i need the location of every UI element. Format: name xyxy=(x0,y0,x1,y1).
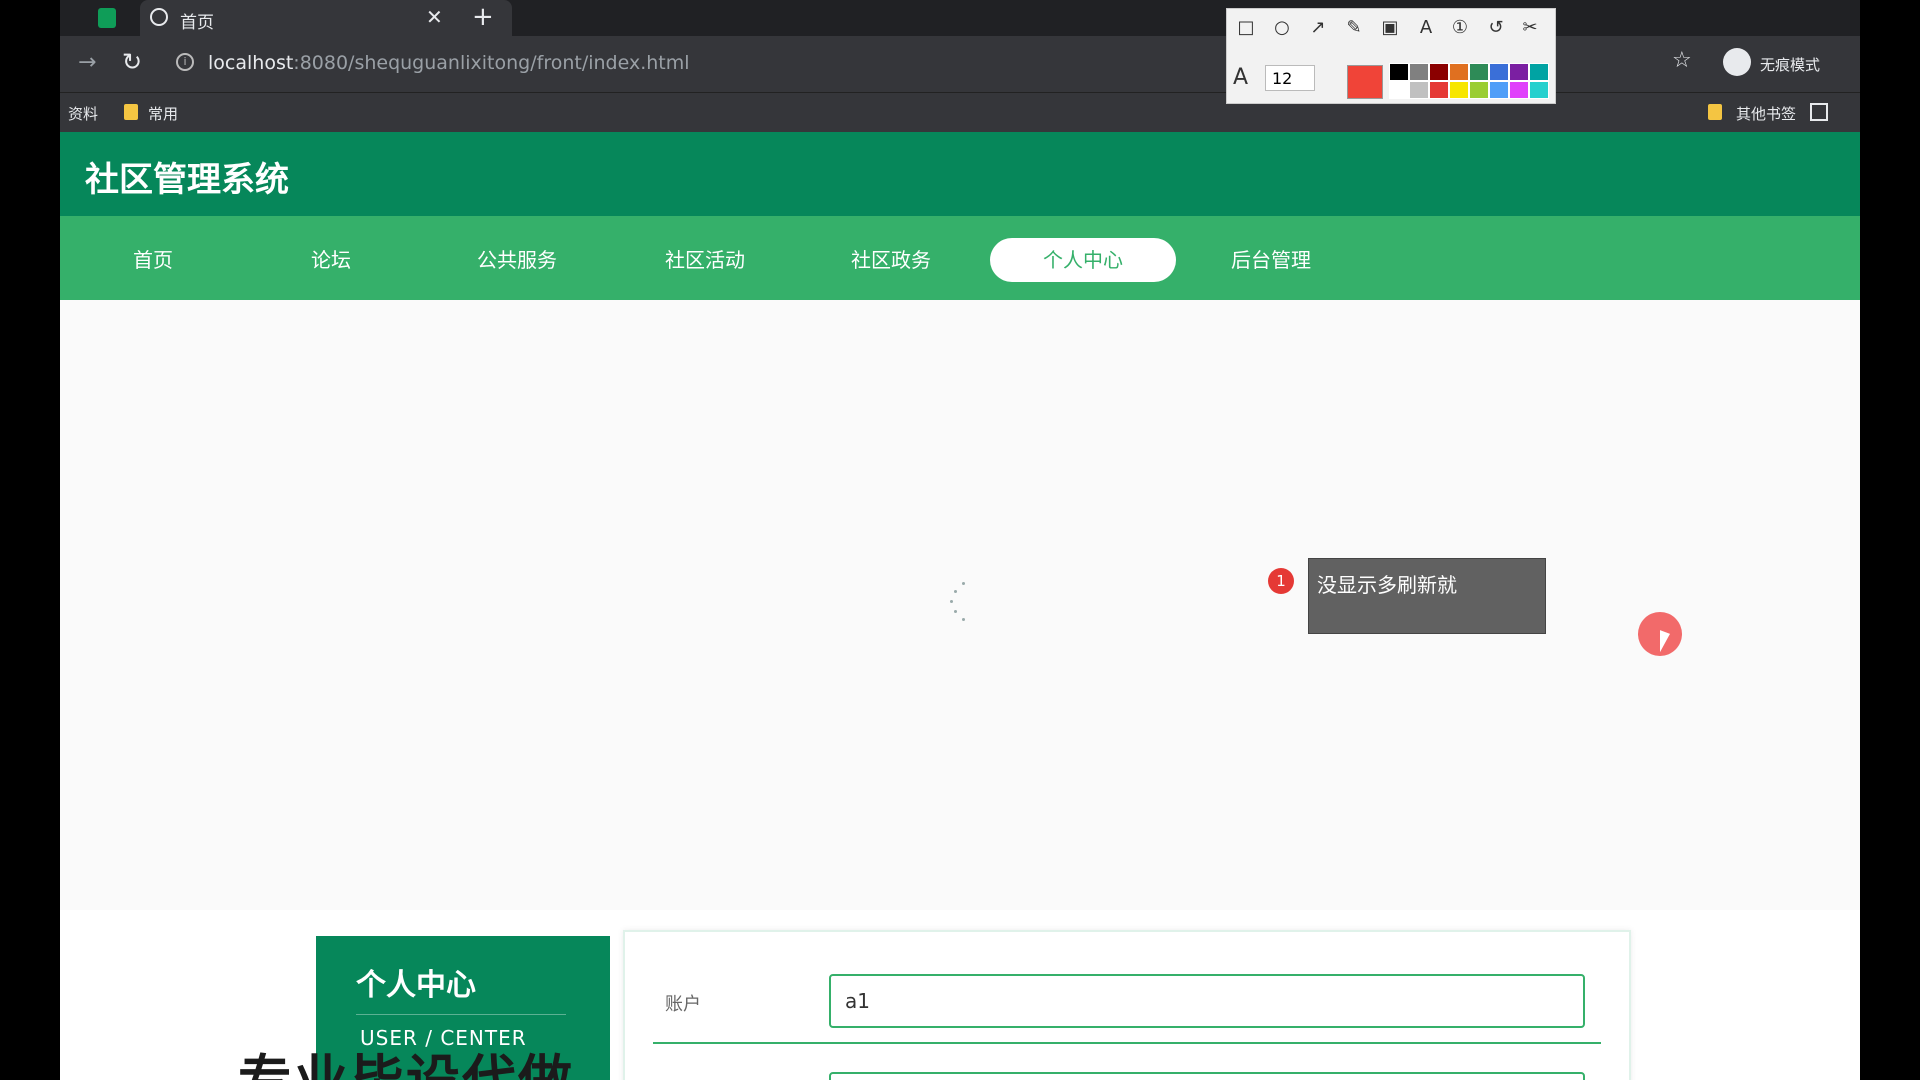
incognito-icon[interactable] xyxy=(1723,48,1751,76)
color-swatch[interactable] xyxy=(1409,63,1429,81)
account-input[interactable] xyxy=(829,974,1585,1028)
url-host: localhost xyxy=(208,52,294,74)
current-color-swatch[interactable] xyxy=(1347,65,1383,99)
number-tool-icon[interactable]: ① xyxy=(1449,17,1471,39)
cut-icon[interactable]: ✂ xyxy=(1519,17,1541,39)
arrow-tool-icon[interactable]: ↗ xyxy=(1307,17,1329,39)
color-swatch[interactable] xyxy=(1389,81,1409,99)
color-swatch[interactable] xyxy=(1529,63,1549,81)
site-title: 社区管理系统 xyxy=(85,160,289,200)
divider xyxy=(356,1014,566,1015)
nav-item-forum[interactable]: 论坛 xyxy=(238,238,424,282)
url-field[interactable]: localhost:8080/shequguanlixitong/front/i… xyxy=(208,52,690,74)
nav-item-home[interactable]: 首页 xyxy=(60,238,246,282)
folder-icon xyxy=(1708,104,1722,120)
folder-icon xyxy=(124,104,138,120)
main-nav: 首页 论坛 公共服务 社区活动 社区政务 个人中心 后台管理 xyxy=(60,216,1860,300)
reading-list-icon[interactable] xyxy=(1810,103,1828,121)
bookmark-star-icon[interactable]: ☆ xyxy=(1672,48,1692,73)
callout-note[interactable]: 没显示多刷新就 xyxy=(1308,558,1546,634)
color-swatch[interactable] xyxy=(1449,63,1469,81)
reload-icon[interactable]: ↻ xyxy=(122,48,142,76)
color-swatch[interactable] xyxy=(1529,81,1549,99)
color-swatch[interactable] xyxy=(1469,81,1489,99)
font-size-select[interactable]: 12 xyxy=(1265,65,1315,91)
url-path: :8080/shequguanlixitong/front/index.html xyxy=(293,52,690,74)
color-swatch[interactable] xyxy=(1469,63,1489,81)
nav-item-user-center[interactable]: 个人中心 xyxy=(990,238,1176,282)
text-tool-icon[interactable]: A xyxy=(1415,17,1437,39)
color-swatch[interactable] xyxy=(1489,63,1509,81)
tab-title[interactable]: 首页 xyxy=(180,8,214,33)
pen-tool-icon[interactable]: ✎ xyxy=(1343,17,1365,39)
mouse-cursor-icon xyxy=(1660,630,1670,656)
nav-item-public-service[interactable]: 公共服务 xyxy=(424,238,610,282)
bookmarks-bar: 资料 常用 其他书签 xyxy=(60,92,1860,133)
forward-icon[interactable]: → xyxy=(78,50,96,75)
sheets-favicon-icon[interactable] xyxy=(98,8,116,28)
color-swatch[interactable] xyxy=(1509,81,1529,99)
next-field-input[interactable] xyxy=(829,1072,1585,1080)
tab-close-icon[interactable]: ✕ xyxy=(426,5,443,29)
color-swatch[interactable] xyxy=(1449,81,1469,99)
rectangle-tool-icon[interactable]: □ xyxy=(1235,17,1257,39)
form-divider xyxy=(653,1042,1601,1044)
color-swatch[interactable] xyxy=(1509,63,1529,81)
annotation-toolbar: □ ○ ↗ ✎ ▣ A ① ↺ ✂ A 12 xyxy=(1226,8,1556,104)
font-icon: A xyxy=(1233,65,1249,90)
circle-tool-icon[interactable]: ○ xyxy=(1271,17,1293,39)
account-label: 账户 xyxy=(665,994,701,1015)
color-swatch[interactable] xyxy=(1389,63,1409,81)
site-info-icon[interactable]: i xyxy=(176,53,194,71)
color-palette xyxy=(1389,63,1549,99)
incognito-label: 无痕模式 xyxy=(1760,56,1821,74)
undo-icon[interactable]: ↺ xyxy=(1485,17,1507,39)
color-swatch[interactable] xyxy=(1429,81,1449,99)
tab-bar: 首页 ✕ + xyxy=(60,0,1860,36)
profile-form: 账户 xyxy=(623,930,1631,1080)
nav-item-activities[interactable]: 社区活动 xyxy=(612,238,798,282)
bookmark-ziliao[interactable]: 资料 xyxy=(68,103,98,124)
browser-window: 首页 ✕ + → ↻ i localhost:8080/shequguanlix… xyxy=(60,0,1860,1080)
user-center-title: 个人中心 xyxy=(356,968,476,1003)
watermark: 专业毕设代做 xyxy=(238,1036,574,1080)
color-swatch[interactable] xyxy=(1409,81,1429,99)
bookmark-changyong[interactable]: 常用 xyxy=(148,103,178,124)
nav-item-affairs[interactable]: 社区政务 xyxy=(798,238,984,282)
site-header: 社区管理系统 xyxy=(60,132,1860,216)
new-tab-button[interactable]: + xyxy=(472,2,494,32)
color-swatch[interactable] xyxy=(1429,63,1449,81)
mosaic-tool-icon[interactable]: ▣ xyxy=(1379,17,1401,39)
loading-spinner-icon xyxy=(950,582,974,622)
address-bar: → ↻ i localhost:8080/shequguanlixitong/f… xyxy=(60,36,1860,92)
globe-icon xyxy=(150,8,168,26)
bookmark-other[interactable]: 其他书签 xyxy=(1736,103,1796,124)
nav-item-admin[interactable]: 后台管理 xyxy=(1178,238,1364,282)
color-swatch[interactable] xyxy=(1489,81,1509,99)
callout-badge: 1 xyxy=(1268,568,1294,594)
